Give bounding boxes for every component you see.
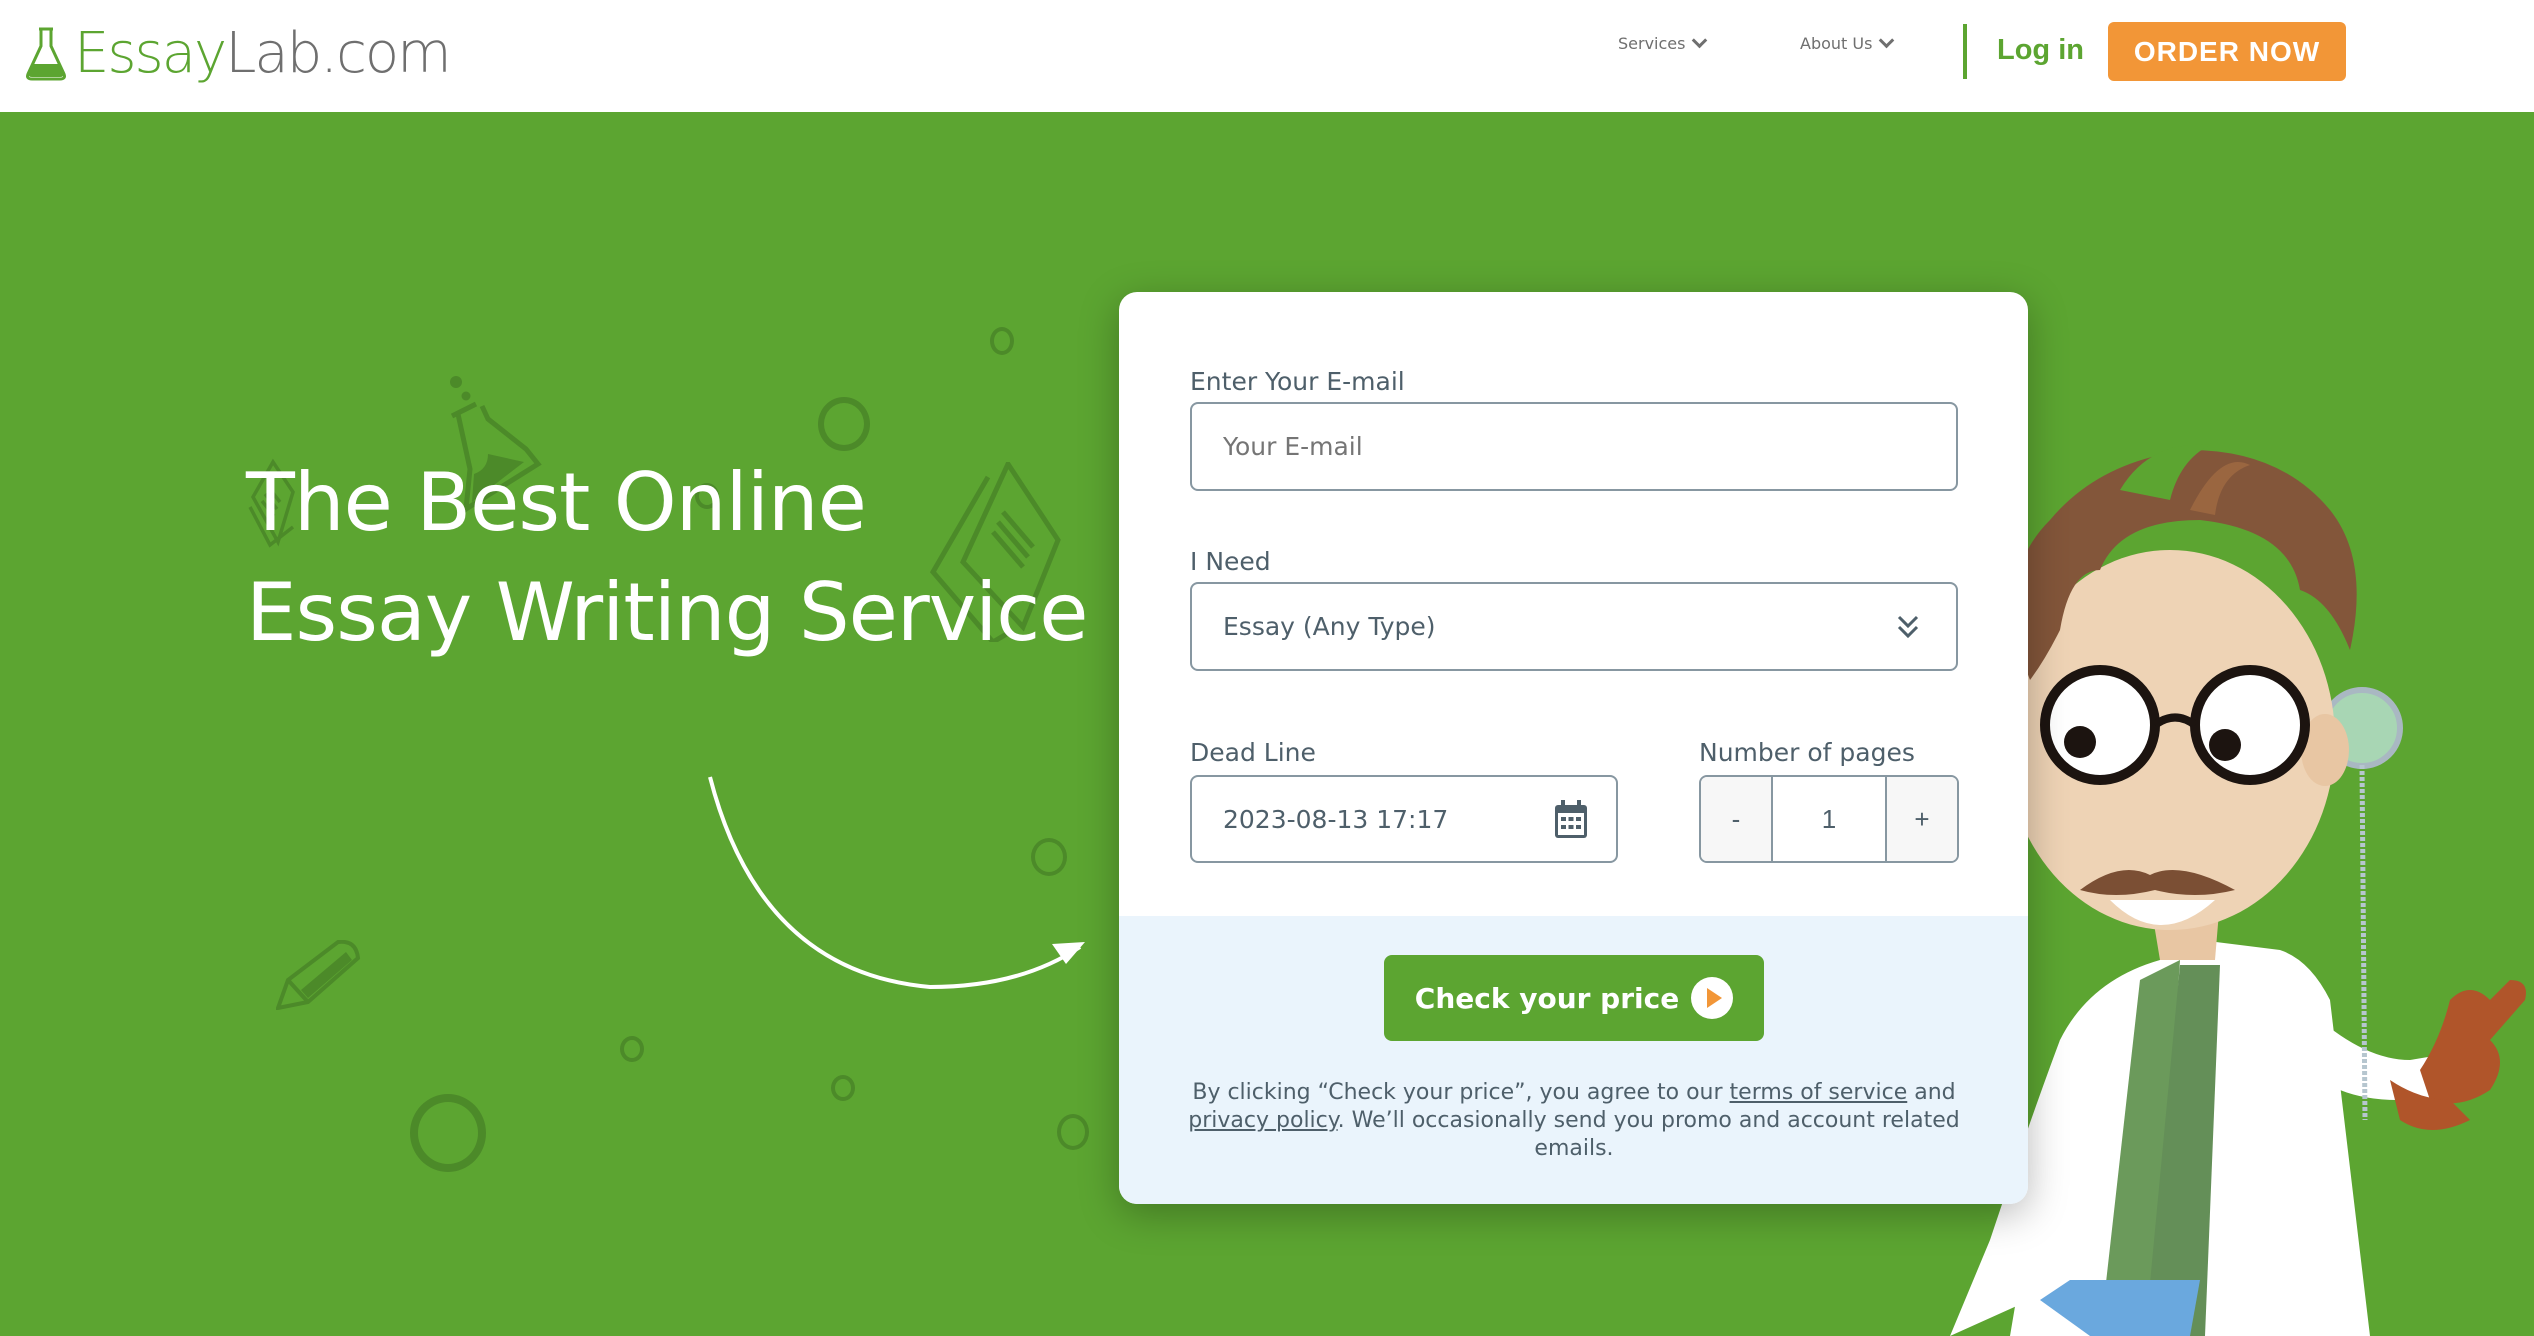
email-input[interactable] xyxy=(1190,402,1958,491)
disclaimer-part-1: By clicking “Check your price”, you agre… xyxy=(1192,1080,1730,1105)
chevron-down-icon xyxy=(1879,32,1895,49)
pages-label: Number of pages xyxy=(1699,738,1915,767)
bubble-ring xyxy=(831,1075,855,1101)
login-link[interactable]: Log in xyxy=(1997,34,2084,67)
nav-services-label: Services xyxy=(1618,34,1686,53)
logo-lab: Lab.com xyxy=(225,21,451,86)
bubble-ring xyxy=(818,397,870,451)
pages-decrement-button[interactable]: - xyxy=(1701,777,1771,861)
nav-about-us[interactable]: About Us xyxy=(1800,32,1895,53)
disclaimer-part-3: . We’ll occasionally send you promo and … xyxy=(1337,1108,1960,1161)
check-price-button[interactable]: Check your price xyxy=(1384,955,1764,1041)
hero-headline: The Best Online Essay Writing Service xyxy=(246,448,1088,668)
curved-arrow-icon xyxy=(708,776,1085,990)
site-header: EssayLab.com Services About Us Log in OR… xyxy=(0,0,2534,112)
logo[interactable]: EssayLab.com xyxy=(24,14,452,94)
play-icon xyxy=(1691,977,1734,1019)
terms-of-service-link[interactable]: terms of service xyxy=(1730,1080,1908,1105)
privacy-policy-link[interactable]: privacy policy xyxy=(1188,1108,1337,1133)
flask-icon xyxy=(26,27,66,81)
need-label: I Need xyxy=(1190,547,1271,576)
disclaimer-part-2: and xyxy=(1907,1080,1956,1105)
logo-text: EssayLab.com xyxy=(74,26,452,82)
order-now-button[interactable]: ORDER NOW xyxy=(2108,22,2346,81)
pages-stepper: - 1 + xyxy=(1699,775,1959,863)
bubble-ring xyxy=(620,1036,644,1062)
bubble-ring xyxy=(990,327,1014,355)
check-price-label: Check your price xyxy=(1414,981,1680,1015)
bubble-ring xyxy=(1057,1114,1089,1150)
chevron-down-icon xyxy=(1692,32,1708,49)
deadline-input[interactable]: 2023-08-13 17:17 xyxy=(1190,775,1618,863)
nav-about-us-label: About Us xyxy=(1800,34,1873,53)
pages-increment-button[interactable]: + xyxy=(1887,777,1957,861)
pages-value[interactable]: 1 xyxy=(1771,777,1887,861)
headline-line-2: Essay Writing Service xyxy=(246,566,1088,659)
nav-services[interactable]: Services xyxy=(1618,32,1708,53)
order-form-card: Enter Your E-mail I Need Essay (Any Type… xyxy=(1119,292,2028,1204)
scientist-illustration xyxy=(1950,444,2526,1336)
disclaimer-text: By clicking “Check your price”, you agre… xyxy=(1179,1079,1969,1163)
deadline-label: Dead Line xyxy=(1190,738,1316,767)
calendar-icon[interactable] xyxy=(1554,799,1588,839)
paper-type-select[interactable]: Essay (Any Type) xyxy=(1190,582,1958,671)
nav-divider xyxy=(1963,24,1967,79)
deadline-value: 2023-08-13 17:17 xyxy=(1223,804,1449,834)
headline-line-1: The Best Online xyxy=(246,456,867,549)
paper-type-value: Essay (Any Type) xyxy=(1223,612,1436,641)
double-chevron-down-icon xyxy=(1897,615,1919,639)
email-label: Enter Your E-mail xyxy=(1190,367,1405,396)
bubble-ring xyxy=(410,1094,486,1172)
logo-essay: Essay xyxy=(74,21,227,86)
pencil-icon xyxy=(276,940,361,1010)
